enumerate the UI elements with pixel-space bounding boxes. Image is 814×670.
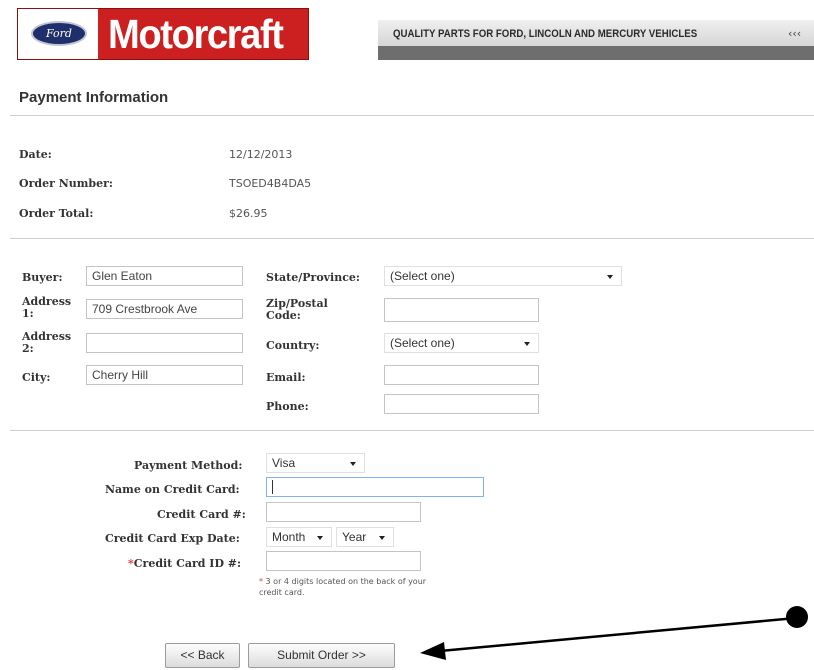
annotation-arrowhead bbox=[420, 642, 446, 660]
exp-year-select[interactable]: Year bbox=[336, 527, 394, 547]
address2-label: Address 2: bbox=[22, 330, 72, 355]
ford-oval-logo: Ford bbox=[31, 21, 87, 46]
brand-name: Motorcraft bbox=[108, 11, 284, 57]
chevrons-icon: ‹‹‹ bbox=[788, 27, 802, 40]
motorcraft-logo[interactable]: Ford Motorcraft bbox=[17, 8, 309, 60]
card-exp-label: Credit Card Exp Date: bbox=[105, 532, 240, 545]
chevron-down-icon bbox=[524, 342, 530, 346]
state-select[interactable]: (Select one) bbox=[384, 266, 622, 286]
zip-field[interactable] bbox=[384, 298, 539, 322]
chevron-down-icon bbox=[350, 462, 356, 466]
card-number-field[interactable] bbox=[266, 502, 421, 522]
summary-divider bbox=[10, 238, 814, 239]
name-on-card-field[interactable] bbox=[266, 477, 484, 497]
order-number-label: Order Number: bbox=[19, 177, 113, 190]
ford-logo-box: Ford bbox=[18, 9, 101, 59]
date-value: 12/12/2013 bbox=[229, 148, 293, 161]
zip-label: Zip/Postal Code: bbox=[266, 297, 328, 322]
country-label: Country: bbox=[266, 339, 320, 352]
order-number-value: TSOED4B4DA5 bbox=[229, 177, 312, 190]
submit-order-button[interactable]: Submit Order >> bbox=[248, 643, 395, 668]
order-total-label: Order Total: bbox=[19, 207, 94, 220]
payment-method-value: Visa bbox=[272, 456, 296, 470]
annotation-arrow-line bbox=[439, 616, 797, 653]
address2-field[interactable] bbox=[86, 333, 243, 353]
payment-method-select[interactable]: Visa bbox=[266, 453, 365, 473]
chevron-down-icon bbox=[379, 536, 385, 540]
card-id-label-text: Credit Card ID #: bbox=[133, 557, 242, 570]
payment-method-label: Payment Method: bbox=[134, 459, 243, 472]
date-label: Date: bbox=[19, 148, 52, 161]
title-divider bbox=[10, 115, 814, 116]
state-select-value: (Select one) bbox=[390, 269, 455, 283]
country-select[interactable]: (Select one) bbox=[384, 333, 539, 353]
card-id-help-text: 3 or 4 digits located on the back of you… bbox=[259, 577, 427, 597]
buyer-field[interactable]: Glen Eaton bbox=[86, 266, 243, 286]
city-label: City: bbox=[22, 371, 51, 384]
card-id-field[interactable] bbox=[266, 551, 421, 571]
chevron-down-icon bbox=[607, 275, 613, 279]
name-on-card-label: Name on Credit Card: bbox=[105, 483, 240, 496]
card-number-label: Credit Card #: bbox=[157, 508, 246, 521]
card-id-label: *Credit Card ID #: bbox=[128, 557, 241, 570]
note-marker: * bbox=[259, 577, 263, 586]
phone-label: Phone: bbox=[266, 400, 309, 413]
address1-label: Address 1: bbox=[22, 295, 72, 320]
country-select-value: (Select one) bbox=[390, 336, 455, 350]
phone-field[interactable] bbox=[384, 394, 539, 414]
state-label: State/Province: bbox=[266, 271, 360, 284]
page-title: Payment Information bbox=[19, 89, 169, 106]
site-header: Ford Motorcraft QUALITY PARTS FOR FORD, … bbox=[0, 0, 814, 70]
tagline-band-shadow bbox=[378, 46, 814, 60]
annotation-dot bbox=[786, 606, 808, 628]
chevron-down-icon bbox=[317, 536, 323, 540]
buyer-label: Buyer: bbox=[22, 271, 63, 284]
exp-month-value: Month bbox=[272, 530, 306, 544]
city-field[interactable]: Cherry Hill bbox=[86, 365, 243, 385]
order-total-value: $26.95 bbox=[229, 207, 268, 220]
card-id-help-note: * 3 or 4 digits located on the back of y… bbox=[259, 576, 429, 598]
text-caret bbox=[272, 480, 273, 494]
back-button[interactable]: << Back bbox=[165, 643, 240, 668]
email-label: Email: bbox=[266, 371, 306, 384]
exp-month-select[interactable]: Month bbox=[266, 527, 332, 547]
exp-year-value: Year bbox=[342, 530, 367, 544]
email-field[interactable] bbox=[384, 365, 539, 385]
address-divider bbox=[10, 430, 814, 431]
address1-field[interactable]: 709 Crestbrook Ave bbox=[86, 299, 243, 319]
tagline: QUALITY PARTS FOR FORD, LINCOLN AND MERC… bbox=[393, 28, 698, 40]
